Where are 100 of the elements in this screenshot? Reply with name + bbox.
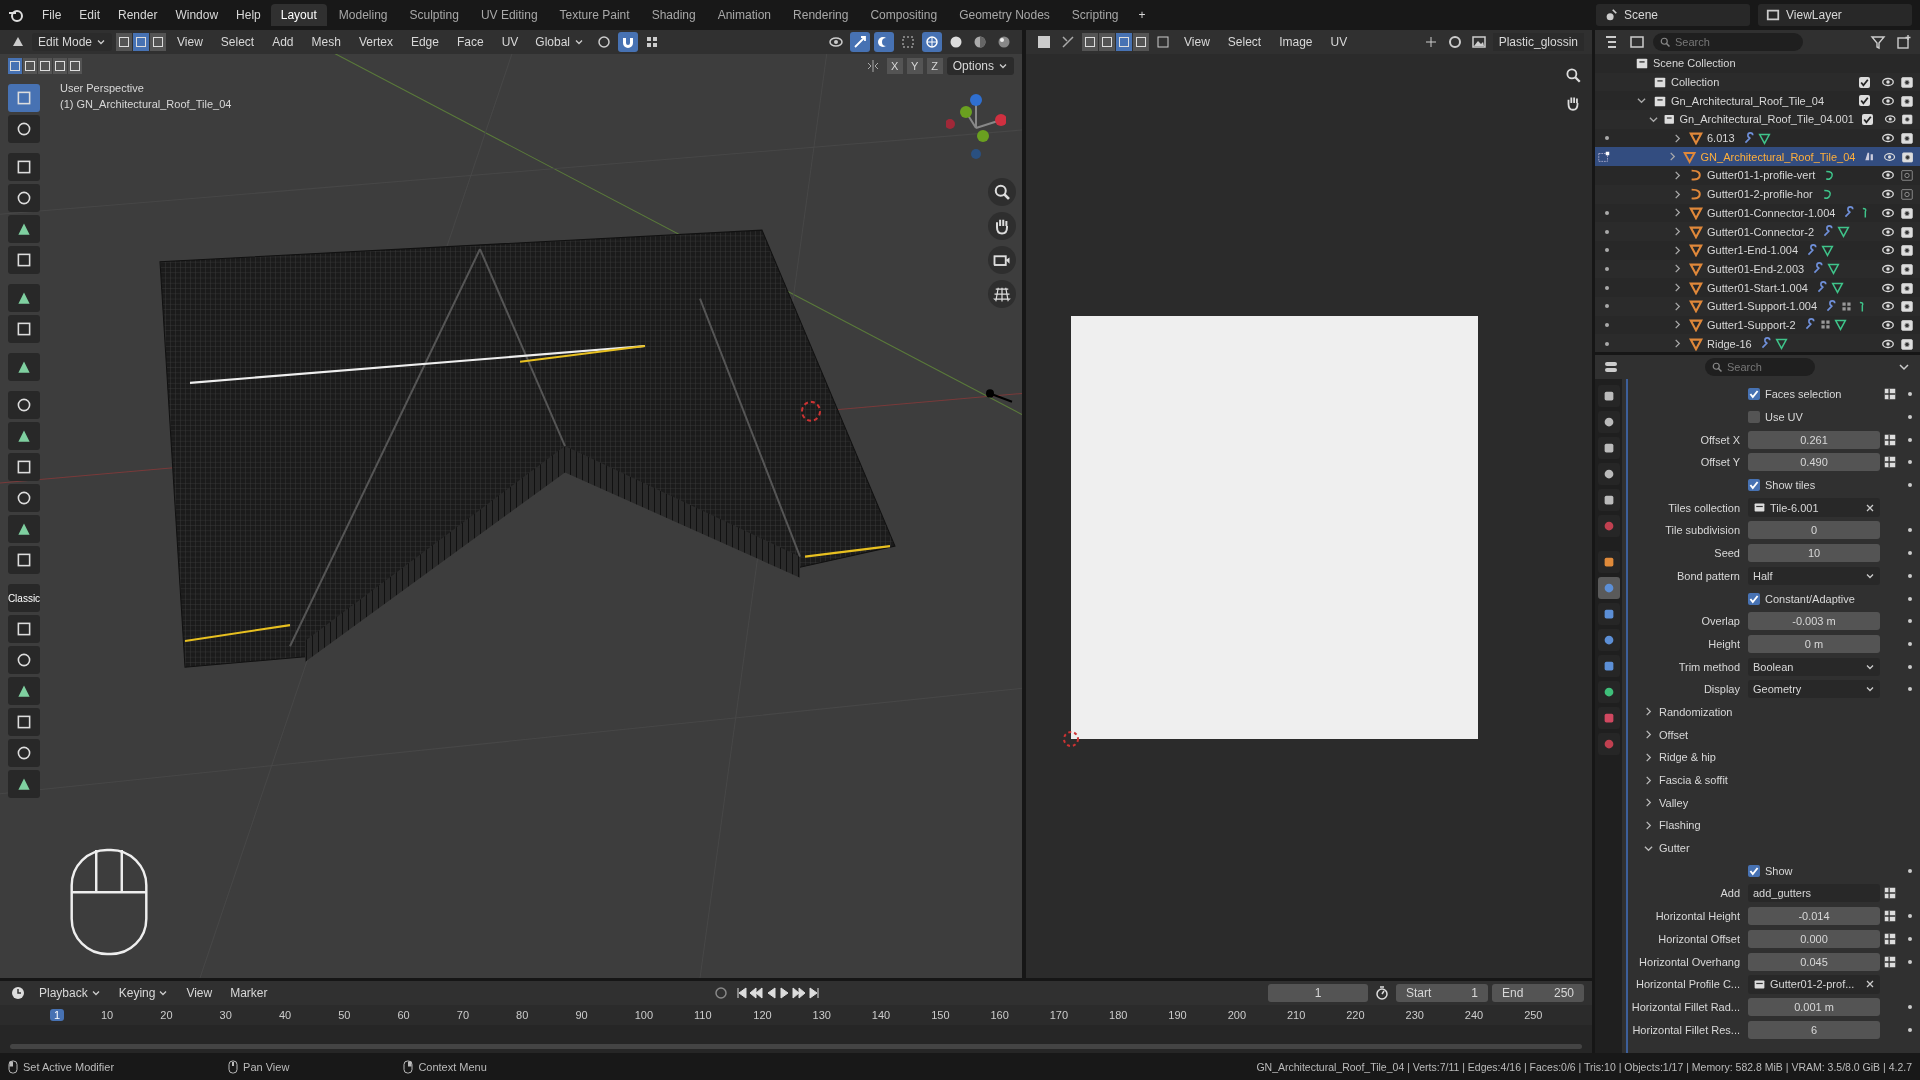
workspace-tab[interactable]: Texture Paint [549, 4, 640, 26]
outliner-row-highlight[interactable]: GN_Architectural_Roof_Tile_04 [1595, 147, 1920, 167]
current-frame-field[interactable]: 1 [1268, 984, 1368, 1002]
menu-item[interactable]: Render [110, 5, 166, 25]
number-field[interactable]: 0.045 [1748, 952, 1880, 971]
workspace-tab[interactable]: Layout [270, 4, 327, 26]
menu-item[interactable]: Select [213, 33, 262, 51]
property-label: Offset X [1700, 433, 1740, 446]
outliner-item-name[interactable]: Gutter01-End-2.003 [1707, 262, 1805, 275]
panel-header[interactable]: Offset [1640, 726, 1693, 743]
dropdown[interactable]: Boolean [1748, 657, 1880, 676]
orientation-dropdown[interactable]: Global [529, 33, 590, 51]
workspace-tab[interactable]: Animation [707, 4, 782, 26]
workspace-tab[interactable]: Modeling [328, 4, 398, 26]
menu-item[interactable]: View [179, 984, 220, 1002]
menu-item[interactable]: UV [1323, 33, 1355, 51]
checkbox[interactable]: Faces selection [1748, 388, 1842, 401]
axis-toggle[interactable]: Y [906, 58, 923, 74]
dropdown[interactable]: Geometry [1748, 680, 1880, 699]
outliner-item-name[interactable]: GN_Architectural_Roof_Tile_04 [1700, 150, 1856, 163]
panel-header[interactable]: Fascia & soffit [1640, 772, 1732, 789]
menu-item[interactable]: Marker [223, 984, 275, 1002]
menu-item[interactable]: Mesh [304, 33, 348, 51]
data-block-field[interactable]: Tile-6.001 [1748, 498, 1880, 518]
outliner-item-name[interactable]: 6.013 [1707, 132, 1735, 145]
outliner-item-name[interactable]: Ridge-16 [1707, 337, 1752, 350]
menu-item[interactable]: Edit [71, 5, 109, 25]
menu-item[interactable]: View [1177, 33, 1217, 51]
outliner-item-name[interactable]: Collection [1671, 76, 1720, 89]
property-label: Tiles collection [1668, 501, 1740, 514]
checkbox[interactable]: Use UV [1748, 411, 1803, 424]
outliner-item-name[interactable]: Gutter1-Support-2 [1707, 318, 1796, 331]
checkbox[interactable]: Constant/Adaptive [1748, 592, 1855, 605]
axis-toggle[interactable]: X [886, 58, 903, 74]
menu-item[interactable]: Image [1272, 33, 1320, 51]
outliner-item-name[interactable]: Gutter1-Support-1.004 [1707, 300, 1818, 313]
panel-header[interactable]: Ridge & hip [1640, 749, 1720, 766]
panel-header[interactable]: Flashing [1640, 817, 1705, 834]
text-field[interactable]: add_gutters [1748, 884, 1880, 903]
outliner-item-name[interactable]: Gutter1-End-1.004 [1707, 244, 1799, 257]
number-field[interactable]: 0 m [1748, 634, 1880, 653]
outliner-item-name[interactable]: Gutter01-Start-1.004 [1707, 281, 1808, 294]
number-field[interactable]: 0.261 [1748, 430, 1880, 449]
menu-item[interactable]: Edge [403, 33, 446, 51]
current-frame-marker[interactable]: 1 [50, 1009, 64, 1021]
tool-button[interactable]: Classic [8, 584, 40, 612]
workspace-tab[interactable]: Shading [641, 4, 706, 26]
search-field[interactable]: Search [1705, 358, 1815, 376]
workspace-tab[interactable]: Sculpting [399, 4, 469, 26]
menu-item[interactable]: Keying [111, 984, 176, 1002]
menu-item[interactable]: UV [494, 33, 526, 51]
outliner-item-name[interactable]: Gutter01-Connector-2 [1707, 225, 1814, 238]
outliner-item-name[interactable]: Gn_Architectural_Roof_Tile_04 [1671, 94, 1825, 107]
data-block-field[interactable]: Gutter01-2-prof... [1748, 974, 1880, 994]
frame-number: 10 [101, 1009, 115, 1021]
menu-item[interactable]: Add [265, 33, 301, 51]
number-field[interactable]: 0.000 [1748, 929, 1880, 948]
outliner-item-name[interactable]: Gn_Architectural_Roof_Tile_04.001 [1679, 113, 1854, 126]
mode-dropdown[interactable]: Edit Mode [32, 33, 113, 51]
number-field[interactable]: -0.003 m [1748, 612, 1880, 631]
panel-header[interactable]: Valley [1640, 794, 1693, 811]
workspace-tab[interactable]: UV Editing [470, 4, 548, 26]
menu-item[interactable]: Select [1220, 33, 1269, 51]
status-hint: Set Active Modifier [23, 1060, 115, 1073]
end-frame-field[interactable]: End 250 [1492, 984, 1584, 1002]
workspace-tab[interactable]: Scripting [1061, 4, 1129, 26]
menu-item[interactable]: Help [228, 5, 269, 25]
panel-header[interactable]: Randomization [1640, 703, 1737, 720]
search-field[interactable]: Search [1653, 33, 1803, 51]
number-field[interactable]: 0 [1748, 521, 1880, 540]
menu-item[interactable]: View [170, 33, 210, 51]
view-layer-selector[interactable]: ViewLayer [1758, 4, 1912, 26]
number-field[interactable]: 0.001 m [1748, 997, 1880, 1016]
panel-header[interactable]: Gutter [1640, 840, 1694, 857]
start-frame-field[interactable]: Start 1 [1396, 984, 1488, 1002]
workspace-tab[interactable]: Rendering [783, 4, 859, 26]
workspace-tab[interactable]: Compositing [860, 4, 948, 26]
scene-selector[interactable]: Scene [1596, 4, 1750, 26]
outliner-item-name[interactable]: Gutter01-Connector-1.004 [1707, 206, 1836, 219]
add-workspace-button[interactable]: + [1130, 5, 1154, 25]
checkbox[interactable]: Show tiles [1748, 479, 1816, 492]
menu-item[interactable]: Face [449, 33, 491, 51]
menu-item[interactable]: Vertex [351, 33, 400, 51]
checkbox[interactable]: Show [1748, 864, 1793, 877]
menu-item[interactable]: File [34, 5, 70, 25]
menu-item[interactable]: Window [167, 5, 227, 25]
menu-item[interactable]: Playback [32, 984, 108, 1002]
dropdown[interactable]: Half [1748, 566, 1880, 585]
number-field[interactable]: 0.490 [1748, 453, 1880, 472]
axis-toggle[interactable]: Z [926, 58, 943, 74]
outliner-item-name[interactable]: Gutter01-1-profile-vert [1707, 169, 1816, 182]
image-name-field[interactable]: Plastic_glossin [1492, 33, 1584, 51]
outliner-item-name[interactable]: Scene Collection [1653, 57, 1736, 70]
number-field[interactable]: 10 [1748, 544, 1880, 563]
number-field[interactable]: -0.014 [1748, 907, 1880, 926]
options-dropdown[interactable]: Options [946, 57, 1014, 75]
workspace-tab[interactable]: Geometry Nodes [949, 4, 1060, 26]
number-field[interactable]: 6 [1748, 1020, 1880, 1039]
property-label: Horizontal Fillet Res... [1632, 1023, 1740, 1036]
outliner-item-name[interactable]: Gutter01-2-profile-hor [1707, 188, 1813, 201]
